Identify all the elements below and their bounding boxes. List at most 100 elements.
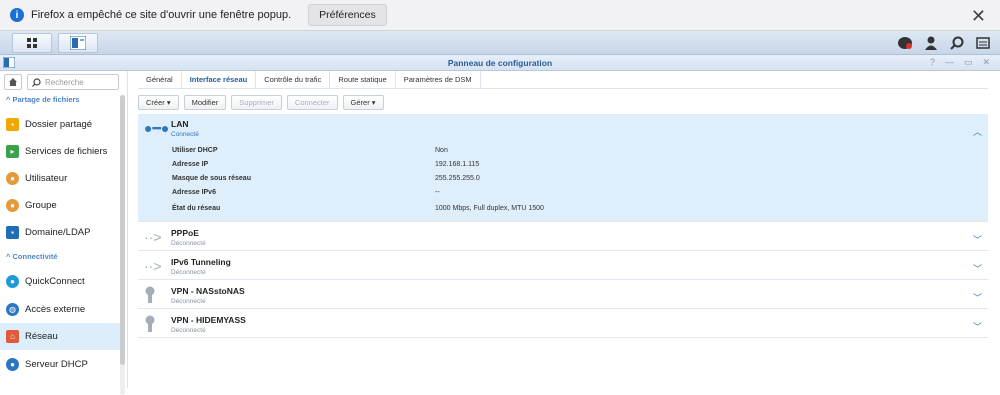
sidebar-item-utilisateur[interactable]: ● Utilisateur [0,165,120,192]
chevron-down-icon[interactable]: ﹀ [973,233,982,246]
sidebar-item-label: Domaine/LDAP [25,227,91,238]
disconnected-link-icon: ··> [144,229,162,245]
user-icon: ● [6,172,19,185]
section-title: Partage de fichiers [12,95,80,104]
detail-label: Adresse IPv6 [172,189,216,196]
dsm-taskbar [0,31,1000,55]
sidebar-item-quickconnect[interactable]: ● QuickConnect [0,268,120,295]
sidebar-item-serveur-dhcp[interactable]: ● Serveur DHCP [0,351,120,378]
connect-button[interactable]: Connecter [286,95,338,110]
window-title-bar: Panneau de configuration ? — ▭ ✕ [0,55,1000,71]
connected-link-icon: ●━● [144,120,170,136]
manage-button[interactable]: Gérer ▾ [342,95,384,110]
sidebar-item-label: Utilisateur [25,173,68,184]
sidebar-item-label: QuickConnect [25,276,85,287]
interface-name: IPv6 Tunneling [171,257,231,267]
detail-value: 255.255.255.0 [435,175,480,182]
tab-general[interactable]: Général [138,71,182,88]
search-icon[interactable] [948,34,966,52]
interface-status: Déconnecté [171,327,206,334]
sidebar-item-acces-externe[interactable]: ◍ Accès externe [0,296,120,323]
interface-name: LAN [171,119,189,129]
notifications-icon[interactable] [896,34,914,52]
tab-controle-trafic[interactable]: Contrôle du trafic [256,71,331,88]
toolbar: Créer ▾ Modifier Supprimer Connecter Gér… [138,95,384,110]
sidebar-item-domaine-ldap[interactable]: ▪ Domaine/LDAP [0,219,120,246]
home-button[interactable] [4,74,22,90]
sidebar-item-services-fichiers[interactable]: ▸ Services de fichiers [0,138,120,165]
interface-name: VPN - HIDEMYASS [171,315,246,325]
interface-status: Déconnecté [171,240,206,247]
create-button[interactable]: Créer ▾ [138,95,179,110]
grid-icon [27,38,37,48]
sidebar-item-reseau[interactable]: ⌂ Réseau [0,323,120,350]
delete-button[interactable]: Supprimer [231,95,282,110]
interface-row-ipv6-tunneling[interactable]: ··> IPv6 Tunneling Déconnecté ﹀ [138,252,988,280]
close-popup-icon[interactable]: ✕ [971,6,986,27]
sidebar-item-groupe[interactable]: ● Groupe [0,192,120,219]
chevron-down-icon[interactable]: ﹀ [973,291,982,304]
interface-row-vpn-nasstonas[interactable]: VPN - NASstoNAS Déconnecté ﹀ [138,281,988,309]
sidebar-item-label: Services de fichiers [25,146,108,157]
detail-value: 192.168.1.115 [435,161,480,168]
domain-icon: ▪ [6,226,19,239]
search-icon [32,77,41,87]
network-icon: ⌂ [6,330,19,343]
search-placeholder: Recherche [45,77,84,87]
interface-row-vpn-hidemyass[interactable]: VPN - HIDEMYASS Déconnecté ﹀ [138,310,988,338]
quickconnect-icon: ● [6,275,19,288]
file-services-icon: ▸ [6,145,19,158]
detail-label: Utiliser DHCP [172,147,218,154]
tab-bar: Général Interface réseau Contrôle du tra… [138,71,481,88]
chevron-up-icon: ^ [6,252,11,261]
section-title: Connectivité [12,252,58,261]
tab-route-statique[interactable]: Route statique [330,71,396,88]
detail-value: Non [435,147,448,154]
chevron-up-icon: ^ [6,95,11,104]
sidebar-item-label: Groupe [25,200,57,211]
chevron-down-icon[interactable]: ﹀ [973,262,982,275]
interface-name: VPN - NASstoNAS [171,286,245,296]
control-panel-icon [70,36,86,50]
section-connectivite[interactable]: ^ Connectivité [6,252,58,261]
sidebar: Recherche ^ Partage de fichiers ▪ Dossie… [0,71,128,395]
search-input[interactable]: Recherche [27,74,119,90]
interface-status: Déconnecté [171,269,206,276]
close-window-button[interactable]: ✕ [982,57,990,68]
sidebar-item-dossier-partage[interactable]: ▪ Dossier partagé [0,111,120,138]
detail-label: Masque de sous réseau [172,175,251,182]
chevron-up-icon[interactable]: ︿ [973,125,982,138]
chevron-down-icon[interactable]: ﹀ [973,320,982,333]
section-partage-fichiers[interactable]: ^ Partage de fichiers [6,95,80,104]
preferences-button[interactable]: Préférences [308,4,387,26]
window-title: Panneau de configuration [447,58,553,68]
dhcp-icon: ● [6,358,19,371]
help-button[interactable]: ? [930,57,935,68]
main-menu-button[interactable] [12,33,52,53]
tab-interface-reseau[interactable]: Interface réseau [182,71,257,88]
folder-icon: ▪ [6,118,19,131]
control-panel-taskbar-button[interactable] [58,33,98,53]
sidebar-scrollbar[interactable] [120,95,125,395]
interface-name: PPPoE [171,228,199,238]
vpn-key-icon [145,315,155,332]
interface-status: Déconnecté [171,298,206,305]
interface-row-pppoe[interactable]: ··> PPPoE Déconnecté ﹀ [138,223,988,251]
sidebar-item-label: Dossier partagé [25,119,93,130]
info-icon: i [10,8,24,22]
disconnected-link-icon: ··> [144,258,162,274]
scrollbar-thumb[interactable] [120,95,125,365]
user-icon[interactable] [922,34,940,52]
minimize-button[interactable]: — [945,57,954,68]
maximize-button[interactable]: ▭ [964,57,973,68]
detail-value: -- [435,189,440,196]
tab-parametres-dsm[interactable]: Paramètres de DSM [396,71,481,88]
modify-button[interactable]: Modifier [183,95,227,110]
popup-notification-bar: i Firefox a empêché ce site d'ouvrir une… [0,0,1000,31]
interface-status: Connecté [171,131,199,138]
interface-row-lan[interactable]: ●━● LAN Connecté ︿ Utiliser DHCP Non Adr… [138,114,988,222]
sidebar-item-label: Accès externe [25,304,86,315]
widgets-icon[interactable] [974,34,992,52]
home-icon [9,78,17,86]
detail-value: 1000 Mbps, Full duplex, MTU 1500 [435,205,544,212]
